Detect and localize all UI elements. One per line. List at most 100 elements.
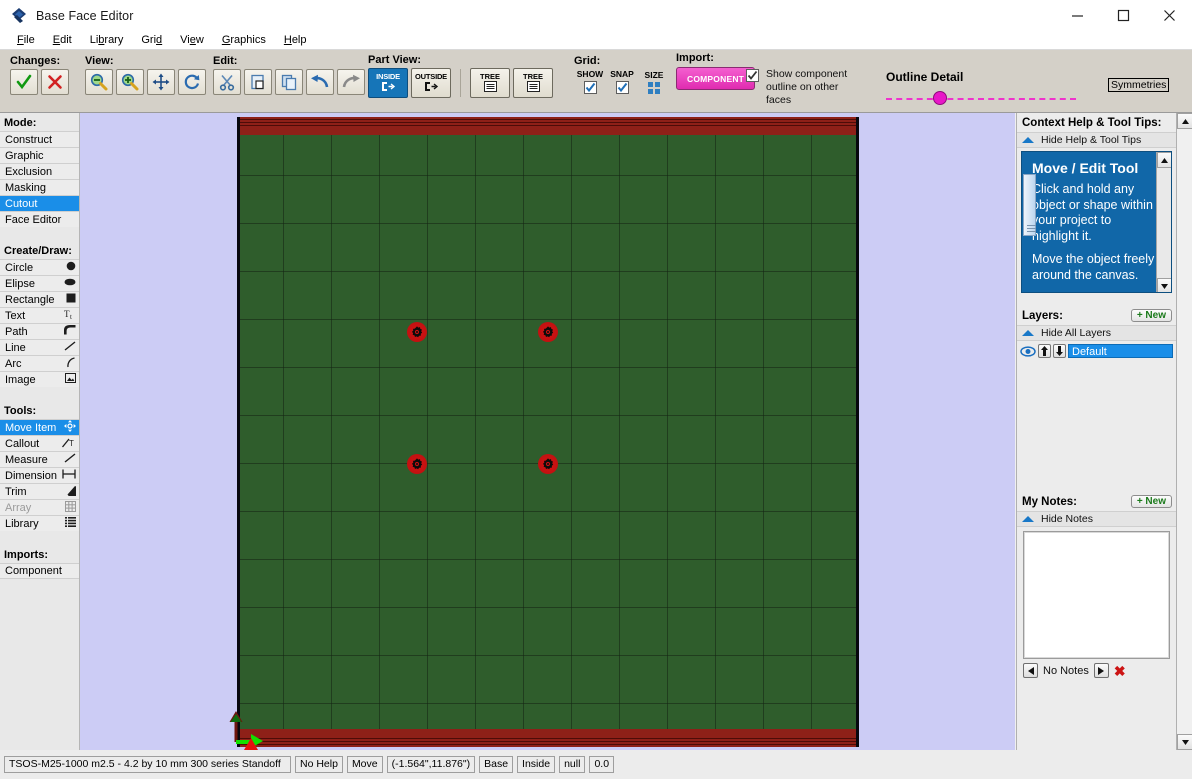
status-face: Base	[479, 756, 514, 773]
window-controls	[1054, 0, 1192, 31]
draw-item-rectangle[interactable]: Rectangle	[0, 291, 79, 307]
tree-view-button-1[interactable]: TREE	[470, 68, 510, 98]
layer-move-up-button[interactable]	[1038, 344, 1051, 358]
right-panel-scrollbar[interactable]	[1176, 113, 1192, 750]
grid-snap-checkbox[interactable]	[615, 81, 629, 94]
show-outline-checkbox[interactable]	[746, 69, 759, 82]
draw-item-arc[interactable]: Arc	[0, 355, 79, 371]
redo-button[interactable]	[337, 69, 365, 95]
grid-show-checkbox[interactable]	[583, 81, 597, 94]
tool-item-measure[interactable]: Measure	[0, 451, 79, 467]
menu-library[interactable]: Library	[81, 33, 133, 47]
scroll-grip-icon	[1027, 225, 1036, 232]
mode-item-graphic[interactable]: Graphic	[0, 147, 79, 163]
new-note-button[interactable]: + New	[1130, 495, 1172, 508]
cut-button[interactable]	[213, 69, 241, 95]
refresh-button[interactable]	[178, 69, 206, 95]
help-scroll-thumb[interactable]	[1023, 174, 1036, 236]
hide-layers-toggle[interactable]: Hide All Layers	[1017, 325, 1176, 341]
help-tip-title: Move / Edit Tool	[1032, 160, 1139, 176]
help-scrollbar[interactable]	[1156, 152, 1171, 292]
part-view-outside-button[interactable]: OUTSIDE	[411, 68, 451, 98]
mode-item-masking[interactable]: Masking	[0, 179, 79, 195]
tree-view-button-2[interactable]: TREE	[513, 68, 553, 98]
draw-label-rectangle: Rectangle	[5, 293, 55, 306]
status-object: null	[559, 756, 586, 773]
accept-changes-button[interactable]	[10, 69, 38, 95]
next-note-button[interactable]	[1093, 663, 1109, 678]
draw-item-text[interactable]: Text Tt	[0, 307, 79, 323]
pan-button[interactable]	[147, 69, 175, 95]
zoom-out-button[interactable]	[85, 69, 113, 95]
tool-item-move-item[interactable]: Move Item	[0, 419, 79, 435]
notes-status-label: No Notes	[1043, 664, 1089, 677]
panel-scroll-down-button[interactable]	[1177, 734, 1192, 750]
menu-help[interactable]: Help	[275, 33, 316, 47]
part-view-inside-button[interactable]: INSIDE	[368, 68, 408, 98]
mode-item-face-editor[interactable]: Face Editor	[0, 211, 79, 227]
panel-scroll-up-button[interactable]	[1177, 113, 1192, 129]
status-part-name: TSOS-M25-1000 m2.5 - 4.2 by 10 mm 300 se…	[4, 756, 291, 773]
tool-label-measure: Measure	[5, 453, 48, 466]
mode-item-construct[interactable]: Construct	[0, 131, 79, 147]
context-help-header: Context Help & Tool Tips:	[1017, 113, 1176, 132]
grid-size-icon[interactable]	[648, 81, 660, 94]
eye-icon[interactable]	[1020, 344, 1036, 358]
menu-view[interactable]: View	[171, 33, 213, 47]
zoom-in-button[interactable]	[116, 69, 144, 95]
previous-note-button[interactable]	[1023, 663, 1038, 678]
draw-item-circle[interactable]: Circle	[0, 259, 79, 275]
new-layer-button[interactable]: + New	[1130, 309, 1172, 322]
tool-item-trim[interactable]: Trim	[0, 483, 79, 499]
undo-button[interactable]	[306, 69, 334, 95]
layer-name-field[interactable]: Default	[1068, 344, 1173, 358]
notes-textarea[interactable]	[1023, 531, 1170, 659]
hide-help-toggle[interactable]: Hide Help & Tool Tips	[1017, 132, 1176, 148]
draw-item-path[interactable]: Path	[0, 323, 79, 339]
mode-item-cutout[interactable]: Cutout	[0, 195, 79, 211]
menu-graphics[interactable]: Graphics	[213, 33, 275, 47]
layer-move-down-button[interactable]	[1053, 344, 1066, 358]
tool-item-library[interactable]: Library	[0, 515, 79, 531]
help-scroll-up-button[interactable]	[1157, 152, 1171, 168]
minimize-button[interactable]	[1054, 0, 1100, 31]
array-icon	[65, 500, 76, 515]
draw-item-image[interactable]: Image	[0, 371, 79, 387]
board-surface[interactable]	[237, 117, 859, 747]
delete-note-button[interactable]: ✖	[1114, 664, 1126, 678]
toolbar-group-view: View:	[85, 55, 206, 95]
standoff-gear-icon	[543, 326, 554, 338]
tool-item-callout[interactable]: Callout T	[0, 435, 79, 451]
tool-label-library: Library	[5, 517, 39, 530]
slider-handle[interactable]	[933, 91, 947, 105]
import-component-button[interactable]: COMPONENT	[676, 67, 756, 90]
draw-item-line[interactable]: Line	[0, 339, 79, 355]
mode-label-exclusion: Exclusion	[5, 165, 53, 178]
tool-item-array[interactable]: Array	[0, 499, 79, 515]
menu-grid[interactable]: Grid	[132, 33, 171, 47]
outside-label: OUTSIDE	[415, 72, 447, 81]
standoff-marker[interactable]	[538, 454, 558, 475]
reject-changes-button[interactable]	[41, 69, 69, 95]
layer-row[interactable]: Default	[1017, 344, 1176, 358]
board-edge-top	[240, 117, 856, 135]
outline-detail-slider[interactable]	[886, 91, 1076, 105]
menu-edit[interactable]: Edit	[44, 33, 81, 47]
menu-file[interactable]: File	[8, 33, 44, 47]
maximize-button[interactable]	[1100, 0, 1146, 31]
draw-item-elipse[interactable]: Elipse	[0, 275, 79, 291]
design-canvas[interactable]	[80, 113, 1015, 750]
imports-item-component[interactable]: Component	[0, 563, 79, 579]
close-button[interactable]	[1146, 0, 1192, 31]
hide-notes-toggle[interactable]: Hide Notes	[1017, 511, 1176, 527]
notes-header: My Notes: + New	[1017, 491, 1176, 511]
paste-button[interactable]	[244, 69, 272, 95]
symmetries-button[interactable]: Symmetries	[1108, 78, 1170, 92]
mode-item-exclusion[interactable]: Exclusion	[0, 163, 79, 179]
notes-navigation: No Notes ✖	[1017, 659, 1176, 682]
help-scroll-down-button[interactable]	[1157, 278, 1171, 292]
tool-item-dimension[interactable]: Dimension	[0, 467, 79, 483]
copy-button[interactable]	[275, 69, 303, 95]
hide-notes-label: Hide Notes	[1041, 513, 1093, 525]
standoff-gear-icon	[543, 458, 554, 470]
